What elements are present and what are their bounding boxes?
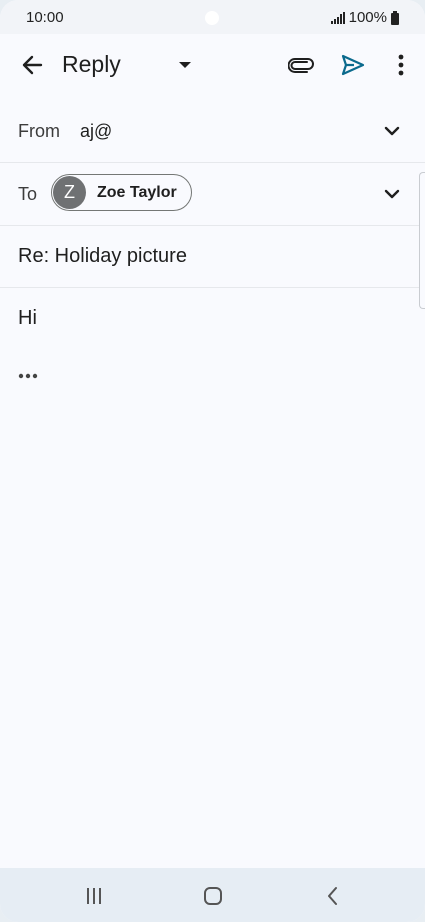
recipient-chip[interactable]: Z Zoe Taylor <box>51 174 192 211</box>
status-time: 10:00 <box>26 9 64 26</box>
attach-icon[interactable] <box>282 46 320 84</box>
to-row: To Z Zoe Taylor <box>0 163 425 226</box>
dropdown-arrow-icon[interactable] <box>170 50 200 80</box>
compose-toolbar: Reply <box>0 34 425 96</box>
back-icon[interactable] <box>312 882 352 910</box>
recents-icon[interactable] <box>74 882 114 910</box>
to-label: To <box>18 184 38 204</box>
subject-row[interactable]: Re: Holiday picture <box>0 226 425 288</box>
show-quoted-text-icon[interactable] <box>14 366 42 386</box>
status-bar: 10:00 100% <box>0 0 425 34</box>
subject-field[interactable]: Re: Holiday picture <box>18 245 187 268</box>
chevron-down-icon[interactable] <box>379 181 405 207</box>
chevron-down-icon[interactable] <box>379 118 405 144</box>
avatar: Z <box>53 176 86 209</box>
from-row: From aj@ <box>0 100 425 163</box>
from-account[interactable]: aj@ <box>80 121 112 142</box>
camera-cutout <box>205 11 219 25</box>
reply-mode-label[interactable]: Reply <box>62 51 121 78</box>
battery-percent: 100% <box>348 9 387 26</box>
battery-icon <box>391 10 399 25</box>
system-nav-bar <box>0 868 425 922</box>
home-icon[interactable] <box>193 882 233 910</box>
more-vert-icon[interactable] <box>384 46 418 84</box>
back-arrow-icon[interactable] <box>12 46 52 84</box>
send-icon[interactable] <box>334 46 372 84</box>
scrollbar[interactable] <box>419 172 425 309</box>
email-compose-screen: 10:00 100% Reply From aj@ To Z Zoe Taylo… <box>0 0 425 922</box>
status-indicators: 100% <box>330 9 399 26</box>
from-label: From <box>18 121 60 141</box>
message-body[interactable]: Hi <box>18 307 37 330</box>
recipient-name: Zoe Taylor <box>97 183 177 201</box>
signal-icon <box>330 11 345 24</box>
